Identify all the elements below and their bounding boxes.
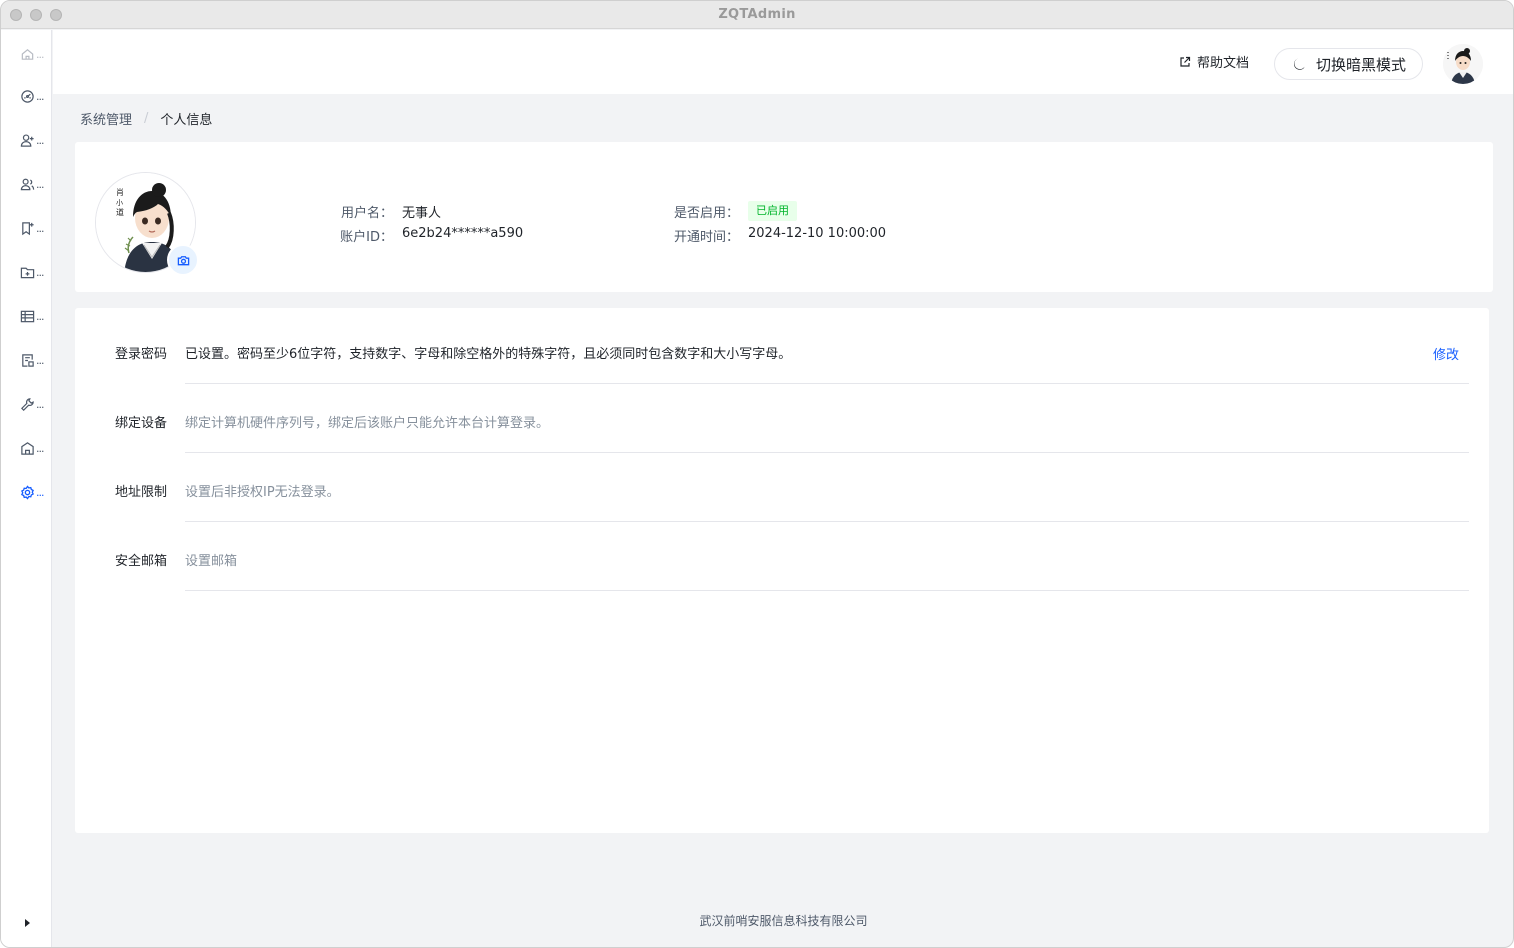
toggle-dark-mode-button[interactable]: 切换暗黑模式 bbox=[1274, 48, 1423, 80]
sidebar-item-label: ... bbox=[36, 265, 44, 279]
breadcrumb-system-management[interactable]: 系统管理 bbox=[80, 109, 132, 128]
collapse-sidebar-icon[interactable] bbox=[22, 917, 32, 929]
sidebar-item-label: ... bbox=[36, 397, 44, 411]
table-icon bbox=[20, 310, 35, 322]
svg-text:小: 小 bbox=[116, 198, 123, 207]
breadcrumb-profile: 个人信息 bbox=[160, 113, 213, 128]
security-row-device: 绑定设备 绑定计算机硬件序列号，绑定后该账户只能允许本台计算登录。 bbox=[75, 377, 1489, 453]
top-header: 帮助文档 切换暗黑模式 bbox=[53, 30, 1513, 94]
username-value: 无事人 bbox=[402, 206, 442, 221]
sidebar: ... ... ... ... ... ... ... ... ... ... … bbox=[1, 30, 52, 947]
user-avatar[interactable] bbox=[1443, 44, 1483, 84]
security-row-password: 登录密码 已设置。密码至少6位字符，支持数字、字母和除空格外的特殊字符，且必须同… bbox=[75, 308, 1489, 384]
camera-icon bbox=[177, 255, 189, 265]
change-avatar-button[interactable] bbox=[167, 244, 199, 276]
avatar-illustration bbox=[1443, 44, 1483, 84]
external-link-icon bbox=[1180, 56, 1191, 67]
bookmark-add-icon bbox=[22, 221, 34, 235]
enabled-label: 是否启用： bbox=[673, 206, 739, 221]
user-add-icon bbox=[20, 133, 34, 147]
username-label: 用户名： bbox=[340, 206, 393, 221]
sidebar-item-users[interactable]: ... bbox=[1, 170, 52, 198]
breadcrumb-separator: / bbox=[144, 111, 149, 126]
tool-icon bbox=[21, 397, 34, 411]
sidebar-item-label: ... bbox=[36, 441, 44, 455]
footer-company: 武汉前哨安服信息科技有限公司 bbox=[699, 914, 868, 928]
svg-text:道: 道 bbox=[116, 207, 124, 217]
app-window: ZQTAdmin ... ... ... ... ... ... ... ...… bbox=[0, 0, 1514, 948]
dashboard-icon bbox=[21, 89, 34, 103]
security-row-label: 登录密码 bbox=[115, 347, 168, 362]
sidebar-item-label: ... bbox=[36, 133, 44, 147]
status-badge: 已启用 bbox=[748, 201, 797, 221]
help-docs-link[interactable]: 帮助文档 bbox=[1179, 52, 1249, 71]
sidebar-item-home[interactable]: ... bbox=[1, 40, 52, 68]
settings-icon bbox=[21, 484, 34, 500]
sidebar-item-label: ... bbox=[36, 353, 44, 367]
security-row-label: 绑定设备 bbox=[115, 416, 168, 431]
modify-password-button[interactable]: 修改 bbox=[1433, 344, 1459, 363]
sidebar-item-label: ... bbox=[36, 47, 44, 61]
sidebar-item-bookmark[interactable]: ... bbox=[1, 214, 52, 242]
security-row-label: 地址限制 bbox=[115, 485, 168, 500]
sidebar-item-label: ... bbox=[36, 309, 44, 323]
dark-mode-label: 切换暗黑模式 bbox=[1316, 55, 1407, 74]
breadcrumb: 系统管理 / 个人信息 bbox=[80, 109, 212, 128]
account-id-label: 账户ID： bbox=[340, 230, 393, 245]
help-docs-label: 帮助文档 bbox=[1197, 56, 1250, 71]
sidebar-item-settings[interactable]: ... bbox=[1, 478, 52, 506]
profile-card: 肖 小 道 用户名： 无事人 账户ID： 6e2b24******a590 是否… bbox=[75, 142, 1493, 292]
window-title: ZQTAdmin bbox=[718, 7, 796, 22]
sidebar-item-label: ... bbox=[36, 89, 44, 103]
open-time-value: 2024-12-10 10:00:00 bbox=[748, 226, 887, 241]
security-settings-card: 登录密码 已设置。密码至少6位字符，支持数字、字母和除空格外的特殊字符，且必须同… bbox=[75, 308, 1489, 833]
security-row-label: 安全邮箱 bbox=[115, 554, 168, 569]
sidebar-item-user-add[interactable]: ... bbox=[1, 126, 52, 154]
svg-text:肖: 肖 bbox=[116, 187, 124, 197]
sidebar-item-table[interactable]: ... bbox=[1, 302, 52, 330]
security-row-description: 已设置。密码至少6位字符，支持数字、字母和除空格外的特殊字符，且必须同时包含数字… bbox=[185, 347, 792, 362]
sidebar-item-dashboard[interactable]: ... bbox=[1, 82, 52, 110]
security-row-description: 设置邮箱 bbox=[185, 554, 238, 569]
title-bar: ZQTAdmin bbox=[1, 1, 1513, 29]
security-row-description: 设置后非授权IP无法登录。 bbox=[185, 485, 340, 500]
security-row-description: 绑定计算机硬件序列号，绑定后该账户只能允许本台计算登录。 bbox=[185, 416, 550, 431]
sidebar-item-building[interactable]: ... bbox=[1, 434, 52, 462]
sidebar-item-label: ... bbox=[36, 485, 44, 499]
row-divider bbox=[185, 590, 1469, 591]
account-id-value: 6e2b24******a590 bbox=[402, 226, 524, 241]
building-icon bbox=[21, 441, 34, 455]
open-time-label: 开通时间： bbox=[673, 230, 739, 245]
sidebar-item-folder[interactable]: ... bbox=[1, 258, 52, 286]
security-row-email: 安全邮箱 设置邮箱 bbox=[75, 515, 1489, 591]
sidebar-item-form[interactable]: ... bbox=[1, 346, 52, 374]
sidebar-item-label: ... bbox=[36, 177, 44, 191]
folder-add-icon bbox=[20, 267, 35, 278]
users-icon bbox=[20, 178, 35, 190]
home-icon bbox=[21, 48, 34, 60]
sidebar-item-label: ... bbox=[36, 221, 44, 235]
sidebar-item-tools[interactable]: ... bbox=[1, 390, 52, 418]
moon-icon bbox=[1293, 58, 1305, 70]
form-icon bbox=[22, 353, 34, 367]
security-row-ip-limit: 地址限制 设置后非授权IP无法登录。 bbox=[75, 446, 1489, 522]
